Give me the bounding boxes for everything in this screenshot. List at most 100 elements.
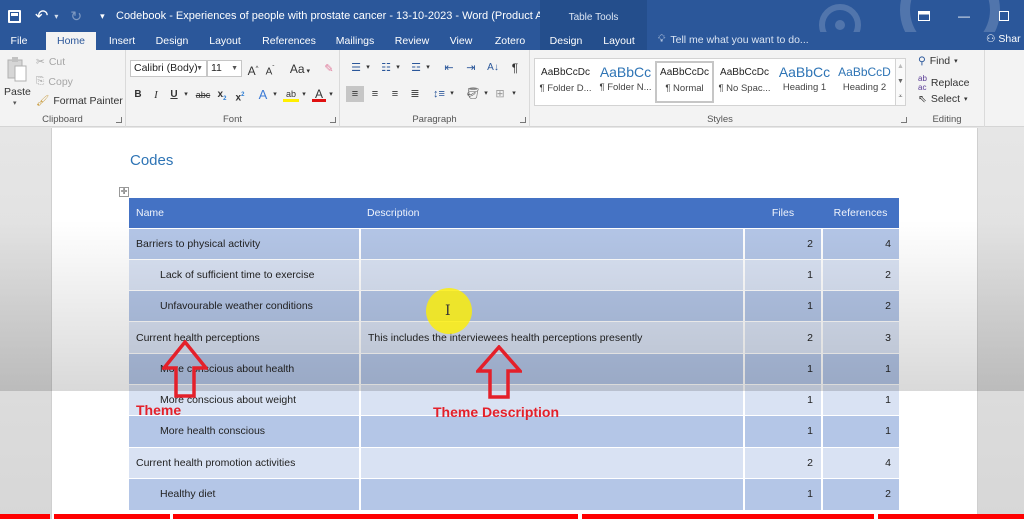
increase-indent-icon[interactable]: ⇥ [462, 60, 480, 76]
tab-design[interactable]: Design [152, 32, 192, 50]
cell-references[interactable]: 1 [821, 352, 899, 385]
paste-dropdown-icon[interactable]: ▾ [13, 99, 17, 107]
subscript-icon[interactable]: x2 [216, 87, 228, 103]
undo-icon[interactable]: ↶ [35, 6, 48, 26]
font-name-dropdown[interactable]: Calibri (Body) ▼ [130, 60, 207, 77]
shading-dropdown-icon[interactable]: ▾ [482, 86, 490, 102]
cell-name[interactable]: Current health promotion activities [129, 446, 360, 479]
cell-references[interactable]: 2 [821, 290, 899, 322]
cell-references[interactable]: 1 [821, 383, 899, 416]
style-normal[interactable]: AaBbCcDc ¶ Normal [655, 61, 714, 103]
more-styles-icon[interactable]: ⩡ [896, 89, 905, 104]
cell-description[interactable] [359, 352, 744, 385]
highlight-color-icon[interactable]: ab [283, 86, 299, 102]
cell-references[interactable]: 4 [821, 446, 899, 479]
line-spacing-dropdown-icon[interactable]: ▾ [448, 86, 456, 102]
undo-dropdown-icon[interactable]: ▾ [54, 12, 58, 21]
cell-references[interactable]: 3 [821, 321, 899, 354]
cell-files[interactable]: 2 [743, 321, 822, 354]
redo-icon[interactable]: ↻ [70, 8, 82, 25]
tab-mailings[interactable]: Mailings [330, 32, 380, 50]
tab-review[interactable]: Review [392, 32, 432, 50]
cell-references[interactable]: 1 [821, 415, 899, 448]
borders-icon[interactable]: ⊞ [492, 86, 508, 102]
font-launcher-icon[interactable] [330, 117, 336, 123]
numbering-icon[interactable]: ☷ [376, 60, 396, 76]
cell-references[interactable]: 4 [821, 227, 899, 260]
cell-description[interactable]: This includes the interviewees health pe… [359, 321, 744, 354]
progress-bar-segment[interactable] [0, 514, 50, 519]
underline-dropdown-icon[interactable]: ▾ [182, 87, 190, 103]
style-folder-d[interactable]: AaBbCcDc ¶ Folder D... [536, 61, 595, 103]
underline-icon[interactable]: U [168, 87, 180, 103]
ribbon-display-options-button[interactable] [904, 6, 944, 26]
scroll-down-icon[interactable]: ▼ [896, 74, 905, 89]
progress-bar-segment[interactable] [54, 514, 170, 519]
maximize-button[interactable] [984, 6, 1024, 26]
align-right-icon[interactable]: ≡ [386, 86, 404, 102]
progress-bar-segment[interactable] [582, 514, 874, 519]
style-heading-1[interactable]: AaBbCc Heading 1 [775, 61, 834, 103]
cell-description[interactable] [359, 415, 744, 448]
find-dropdown-icon[interactable]: ▾ [954, 57, 958, 65]
align-left-icon[interactable]: ≡ [346, 86, 364, 102]
tab-layout[interactable]: Layout [204, 32, 246, 50]
styles-gallery-scroll[interactable]: ▲ ▼ ⩡ [895, 58, 906, 106]
customize-qat-icon[interactable]: ▾ [100, 11, 105, 22]
bold-icon[interactable]: B [132, 87, 144, 103]
cell-files[interactable]: 1 [743, 352, 822, 385]
save-icon[interactable] [8, 9, 21, 23]
table-move-handle-icon[interactable]: ✛ [119, 187, 129, 197]
cell-description[interactable] [359, 227, 744, 260]
borders-dropdown-icon[interactable]: ▾ [510, 86, 518, 102]
cell-name[interactable]: Healthy diet [129, 477, 360, 510]
sort-icon[interactable]: A↓ [484, 60, 502, 76]
cell-description[interactable] [359, 290, 744, 322]
cell-name[interactable]: More health conscious [129, 415, 360, 448]
font-color-icon[interactable]: A [312, 86, 326, 102]
italic-icon[interactable]: I [150, 87, 162, 103]
change-case-button[interactable]: Aa ▾ [286, 61, 314, 77]
select-button[interactable]: ⇖ Select ▾ [918, 93, 968, 105]
clipboard-launcher-icon[interactable] [116, 117, 122, 123]
style-no-spacing[interactable]: AaBbCcDc ¶ No Spac... [715, 61, 774, 103]
cell-name[interactable]: Barriers to physical activity [129, 227, 360, 260]
tab-table-layout[interactable]: Layout [598, 32, 640, 50]
show-formatting-marks-icon[interactable]: ¶ [508, 60, 522, 76]
decrease-indent-icon[interactable]: ⇤ [440, 60, 458, 76]
align-center-icon[interactable]: ≡ [366, 86, 384, 102]
format-painter-button[interactable]: 🖌︎ Format Painter [36, 94, 123, 108]
replace-button[interactable]: ab ac Replace [918, 74, 969, 92]
multilevel-dropdown-icon[interactable]: ▾ [424, 60, 432, 76]
numbering-dropdown-icon[interactable]: ▾ [394, 60, 402, 76]
text-effects-dropdown-icon[interactable]: ▾ [271, 87, 279, 103]
cut-button[interactable]: ✂ Cut [36, 56, 65, 68]
line-spacing-icon[interactable]: ↕≡ [430, 86, 448, 102]
cell-files[interactable]: 1 [743, 383, 822, 416]
cell-files[interactable]: 2 [743, 446, 822, 479]
cell-name[interactable]: Unfavourable weather conditions [129, 290, 360, 322]
progress-bar-segment[interactable] [878, 514, 1024, 519]
font-size-dropdown[interactable]: 11 ▼ [207, 60, 242, 77]
tab-file[interactable]: File [4, 32, 34, 50]
cell-description[interactable] [359, 446, 744, 479]
cell-files[interactable]: 1 [743, 477, 822, 510]
paste-button[interactable]: Paste ▾ [4, 54, 31, 110]
select-dropdown-icon[interactable]: ▾ [964, 95, 968, 103]
style-heading-2[interactable]: AaBbCcD Heading 2 [835, 61, 894, 103]
font-color-dropdown-icon[interactable]: ▾ [327, 87, 335, 103]
justify-icon[interactable]: ≣ [406, 86, 424, 102]
styles-launcher-icon[interactable] [901, 117, 907, 123]
tab-view[interactable]: View [446, 32, 476, 50]
tab-references[interactable]: References [258, 32, 320, 50]
find-button[interactable]: ⚲ Find ▾ [918, 55, 958, 67]
minimize-button[interactable]: — [944, 6, 984, 26]
progress-bar-segment[interactable] [173, 514, 578, 519]
clear-formatting-icon[interactable]: ✎ [322, 61, 336, 77]
highlight-dropdown-icon[interactable]: ▾ [300, 87, 308, 103]
bullets-dropdown-icon[interactable]: ▾ [364, 60, 372, 76]
grow-font-icon[interactable]: A^ [246, 61, 260, 78]
cell-references[interactable]: 2 [821, 477, 899, 510]
cell-name[interactable]: Lack of sufficient time to exercise [129, 258, 360, 291]
style-folder-n[interactable]: AaBbCc ¶ Folder N... [596, 61, 655, 103]
